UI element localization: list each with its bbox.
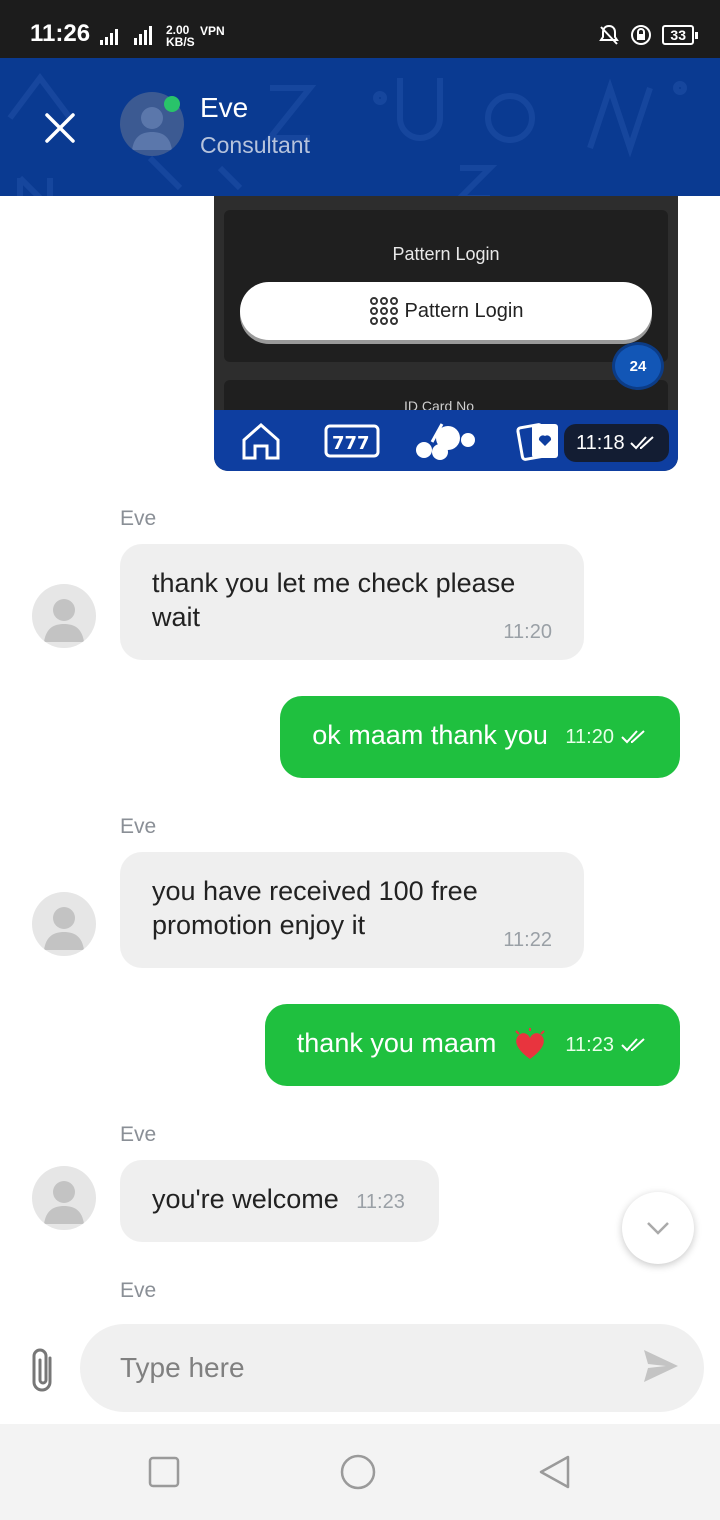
outgoing-message[interactable]: thank you maam 11:23 xyxy=(264,1004,680,1086)
signal-icon xyxy=(100,26,152,45)
square-icon xyxy=(148,1456,180,1488)
double-check-icon xyxy=(629,436,654,450)
slots-icon: 777 xyxy=(324,424,380,458)
incoming-message[interactable]: thank you let me check please wait 11:20 xyxy=(120,544,584,660)
message-time: 11:23 xyxy=(565,1033,614,1056)
close-icon[interactable] xyxy=(40,108,80,148)
home-icon xyxy=(242,422,280,460)
send-icon[interactable] xyxy=(640,1346,680,1386)
cards-icon xyxy=(516,423,558,461)
double-check-icon xyxy=(621,730,645,744)
svg-text:777: 777 xyxy=(332,433,370,454)
chevron-down-icon xyxy=(647,1222,669,1235)
message-time: 11:22 xyxy=(503,929,552,951)
vpn-indicator: VPN xyxy=(200,24,225,38)
fruit-game-icon xyxy=(416,423,475,460)
outgoing-message[interactable]: ok maam thank you 11:20 xyxy=(280,696,680,778)
consultant-name: Eve xyxy=(200,92,249,123)
image-login-card: Pattern Login Pattern Login xyxy=(224,210,668,362)
sender-avatar xyxy=(32,1166,96,1230)
battery-indicator: 33 xyxy=(662,25,698,45)
attachment-icon[interactable] xyxy=(26,1346,60,1396)
message-time: 11:23 xyxy=(356,1191,405,1213)
recent-apps-button[interactable] xyxy=(146,1454,182,1490)
message-time: 11:20 xyxy=(565,725,614,748)
message-text: you have received 100 free promotion enj… xyxy=(152,876,478,940)
sender-label: Eve xyxy=(120,1279,157,1302)
sender-label: Eve xyxy=(120,815,157,838)
chat-header: Eve Consultant xyxy=(0,58,720,196)
message-text: you're welcome xyxy=(152,1184,339,1214)
incoming-message[interactable]: you have received 100 free promotion enj… xyxy=(120,852,584,968)
message-input[interactable]: Type here xyxy=(80,1324,704,1412)
image-message[interactable]: Pattern Login Pattern Login ID Card No 2… xyxy=(214,196,678,471)
mute-bell-icon xyxy=(599,24,620,45)
message-time: 11:20 xyxy=(503,621,552,643)
triangle-back-icon xyxy=(539,1455,570,1489)
sender-label: Eve xyxy=(120,1123,157,1146)
pattern-grid-icon xyxy=(369,297,398,325)
home-button[interactable] xyxy=(340,1454,376,1490)
network-speed: 2.00 KB/S xyxy=(166,23,195,49)
incoming-message[interactable]: you're welcome 11:23 xyxy=(120,1160,439,1242)
message-text: ok maam thank you xyxy=(312,720,548,750)
back-button[interactable] xyxy=(536,1454,572,1490)
message-text: thank you let me check please wait xyxy=(152,568,516,632)
circle-icon xyxy=(340,1454,376,1490)
image-pattern-login-button: Pattern Login xyxy=(240,282,652,340)
support-24-icon: 24 xyxy=(612,342,664,390)
system-navigation-bar xyxy=(0,1424,720,1520)
message-text: thank you maam xyxy=(296,1028,497,1058)
consultant-role: Consultant xyxy=(200,132,310,158)
online-status-dot xyxy=(164,96,180,112)
image-message-time: 11:18 xyxy=(564,424,669,462)
heart-emoji-icon xyxy=(515,1027,545,1059)
lock-rotation-icon xyxy=(631,25,652,45)
scroll-to-bottom-button[interactable] xyxy=(622,1192,694,1264)
status-bar: 11:26 2.00 KB/S VPN 33 xyxy=(0,0,720,58)
image-card-title: Pattern Login xyxy=(392,244,500,264)
status-time: 11:26 xyxy=(30,20,91,47)
double-check-icon xyxy=(621,1038,645,1052)
sender-avatar xyxy=(32,584,96,648)
sender-avatar xyxy=(32,892,96,956)
header-pattern xyxy=(7,73,687,196)
sender-label: Eve xyxy=(120,507,157,530)
